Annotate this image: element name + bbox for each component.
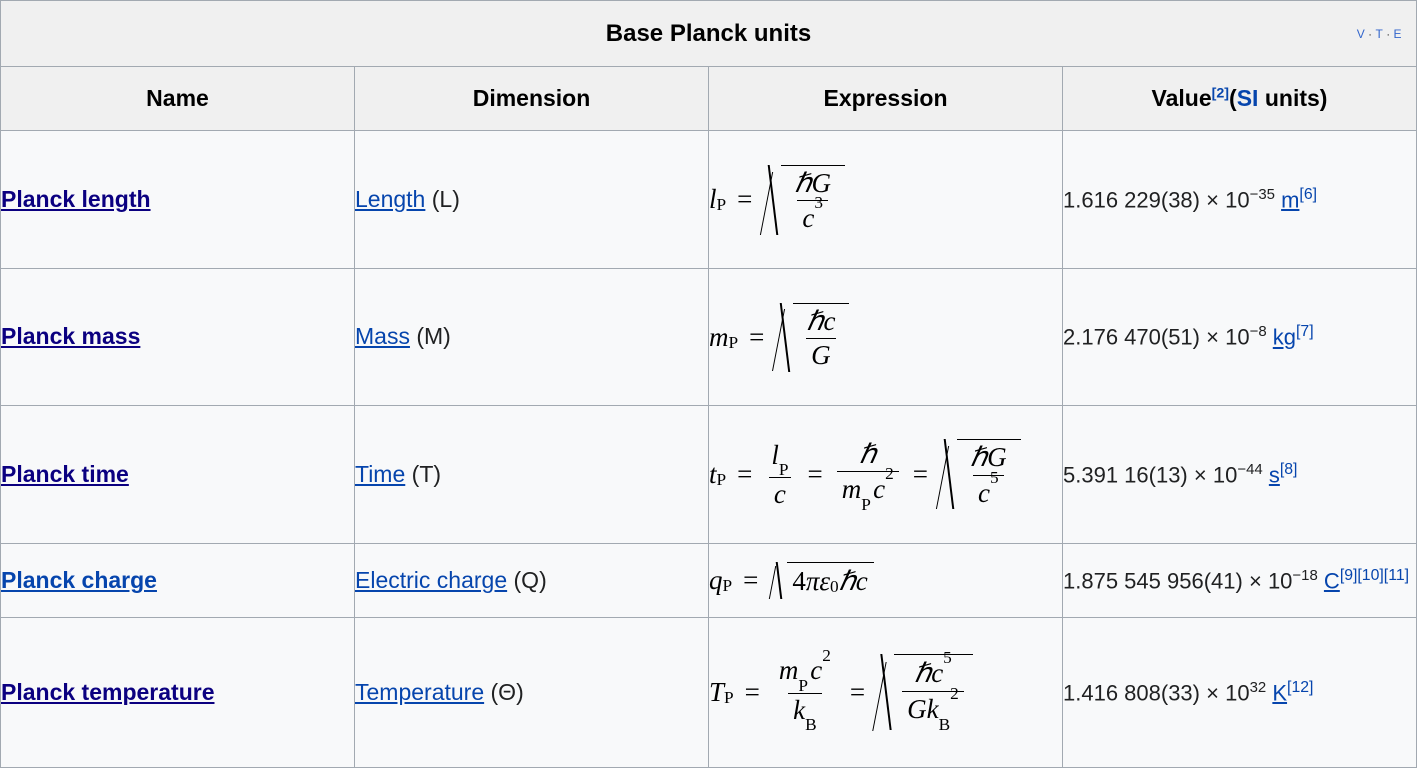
table-row: Planck temperature Temperature (Θ) TP = …: [0, 617, 1417, 768]
page-title: Base Planck units: [605, 19, 812, 47]
dimension-link-electric-charge[interactable]: Electric charge: [355, 567, 507, 593]
base-planck-units-table: Base Planck units V · T · E Name Dimension E…: [0, 0, 1417, 768]
row-expression-cell: tP = lP c = ℏ mP c2 = ℏG c5: [708, 404, 1063, 545]
row-expression-cell: TP = mP c2 kB = ℏc5 GkB2: [708, 617, 1063, 768]
table-header-row: Name Dimension Expression Value[2](SI un…: [0, 66, 1417, 131]
table-row: Planck time Time (T) tP = lP c = ℏ mP c2…: [0, 404, 1417, 545]
row-value-cell: 2.176 470(51) × 10−8 kg[7]: [1062, 268, 1417, 406]
row-name-cell: Planck mass: [0, 268, 355, 406]
table-caption-row: Base Planck units V · T · E: [0, 0, 1417, 67]
value-exponent: −8: [1249, 323, 1267, 341]
dimension-link-temperature[interactable]: Temperature: [355, 679, 484, 705]
planck-temperature-link[interactable]: Planck temperature: [1, 679, 214, 705]
formula-planck-temperature: TP = mP c2 kB = ℏc5 GkB2: [709, 646, 973, 734]
reference-marker[interactable]: [6]: [1299, 186, 1317, 203]
unit-link-kilogram[interactable]: kg: [1273, 325, 1296, 350]
dimension-link-mass[interactable]: Mass: [355, 323, 410, 349]
column-header-name: Name: [0, 66, 355, 131]
formula-planck-length: lP = ℏG c3: [709, 164, 845, 235]
value-times: ×: [1206, 679, 1219, 705]
value-header-paren-close: ): [1319, 85, 1328, 111]
table-row: Planck charge Electric charge (Q) qP = 4…: [0, 543, 1417, 619]
value-base: 10: [1225, 187, 1250, 213]
table-caption-cell: Base Planck units V · T · E: [0, 0, 1417, 67]
table-row: Planck length Length (L) lP = ℏG c3 1.61…: [0, 129, 1417, 270]
reference-marker[interactable]: [9][10][11]: [1340, 567, 1409, 584]
value-base: 10: [1225, 679, 1250, 705]
unit-link-second[interactable]: s: [1269, 462, 1280, 487]
row-expression-cell: mP = ℏc G: [708, 268, 1063, 406]
unit-link-coulomb[interactable]: C: [1324, 568, 1340, 593]
value-exponent: −35: [1249, 185, 1275, 203]
formula-planck-mass: mP = ℏc G: [709, 302, 850, 372]
value-header-paren-open: (: [1229, 85, 1237, 111]
column-header-dimension: Dimension: [354, 66, 709, 131]
dimension-symbol-mass: (M): [416, 323, 451, 350]
reference-marker[interactable]: [8]: [1280, 461, 1298, 478]
row-value-cell: 1.616 229(38) × 10−35 m[6]: [1062, 129, 1417, 270]
dimension-link-length[interactable]: Length: [355, 186, 425, 212]
row-value-cell: 5.391 16(13) × 10−44 s[8]: [1062, 404, 1417, 545]
reference-marker[interactable]: [7]: [1296, 323, 1314, 340]
value-number: 1.616 229(38): [1063, 187, 1200, 213]
row-expression-cell: qP = 4 πε 0 ℏ c: [708, 543, 1063, 619]
value-times: ×: [1206, 187, 1219, 213]
value-number: 1.875 545 956(41): [1063, 568, 1243, 594]
value-base: 10: [1212, 461, 1238, 487]
value-header-units-word: units: [1258, 85, 1320, 111]
row-dimension-cell: Length (L): [354, 129, 709, 270]
vte-links: V · T · E: [1357, 27, 1402, 41]
formula-planck-time: tP = lP c = ℏ mP c2 = ℏG c5: [709, 439, 1021, 514]
value-number: 2.176 470(51): [1063, 324, 1200, 350]
dimension-symbol-length: (L): [431, 185, 460, 212]
row-name-cell: Planck time: [0, 404, 355, 545]
table-row: Planck mass Mass (M) mP = ℏc G 2.176 470…: [0, 268, 1417, 406]
view-link[interactable]: V: [1357, 27, 1366, 41]
value-times: ×: [1193, 461, 1207, 487]
dimension-symbol-charge: (Q): [513, 566, 547, 593]
value-exponent: −18: [1292, 566, 1318, 584]
si-units-link[interactable]: SI: [1237, 85, 1259, 111]
row-value-cell: 1.875 545 956(41) × 10−18 C[9][10][11]: [1062, 543, 1417, 619]
row-dimension-cell: Mass (M): [354, 268, 709, 406]
column-header-expression: Expression: [708, 66, 1063, 131]
row-dimension-cell: Time (T): [354, 404, 709, 545]
value-times: ×: [1206, 324, 1219, 350]
planck-mass-link[interactable]: Planck mass: [1, 323, 140, 349]
dimension-link-time[interactable]: Time: [355, 461, 405, 487]
row-name-cell: Planck temperature: [0, 617, 355, 768]
vte-separator-2: ·: [1386, 28, 1391, 41]
value-base: 10: [1225, 324, 1250, 350]
row-expression-cell: lP = ℏG c3: [708, 129, 1063, 270]
row-name-cell: Planck length: [0, 129, 355, 270]
unit-link-metre[interactable]: m: [1281, 187, 1299, 212]
dimension-symbol-temperature: (Θ): [490, 678, 524, 705]
planck-time-link[interactable]: Planck time: [1, 461, 129, 487]
reference-marker[interactable]: [12]: [1287, 679, 1313, 696]
vte-separator-1: ·: [1368, 28, 1373, 41]
value-header-text: Value: [1151, 85, 1212, 111]
value-number: 1.416 808(33): [1063, 679, 1200, 705]
value-exponent: 32: [1249, 678, 1267, 696]
planck-length-link[interactable]: Planck length: [1, 186, 151, 212]
talk-link[interactable]: T: [1375, 27, 1383, 41]
value-header-reference[interactable]: [2]: [1212, 85, 1229, 101]
reference-marker: [2]: [1211, 85, 1230, 102]
value-exponent: −44: [1237, 460, 1263, 478]
edit-link[interactable]: E: [1393, 27, 1402, 41]
row-value-cell: 1.416 808(33) × 1032 K[12]: [1062, 617, 1417, 768]
formula-planck-charge: qP = 4 πε 0 ℏ c: [709, 562, 874, 599]
column-header-value: Value[2](SI units): [1062, 66, 1417, 131]
planck-charge-link[interactable]: Planck charge: [1, 567, 157, 593]
value-number: 5.391 16(13): [1063, 461, 1188, 487]
row-dimension-cell: Temperature (Θ): [354, 617, 709, 768]
dimension-symbol-time: (T): [411, 460, 442, 487]
value-times: ×: [1248, 568, 1262, 594]
value-base: 10: [1267, 568, 1293, 594]
unit-link-kelvin[interactable]: K: [1272, 680, 1287, 705]
row-dimension-cell: Electric charge (Q): [354, 543, 709, 619]
row-name-cell: Planck charge: [0, 543, 355, 619]
